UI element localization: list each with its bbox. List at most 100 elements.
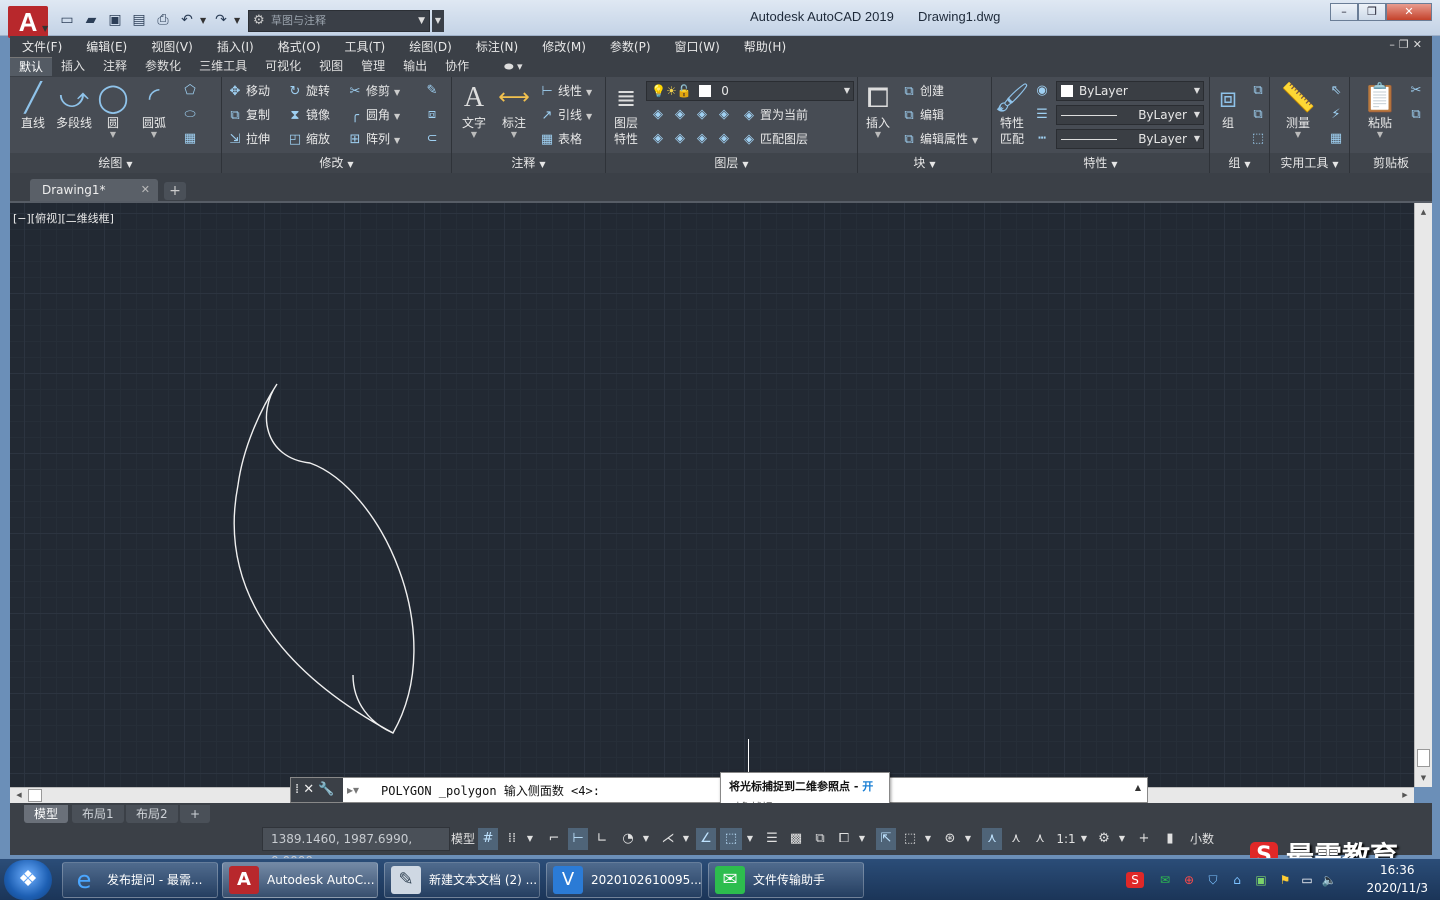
qat-customize-icon[interactable]: ▼	[432, 10, 444, 32]
panel-title-block[interactable]: 块 ▼	[858, 153, 991, 173]
layer-on-icon[interactable]: ◈	[648, 129, 668, 149]
close-icon[interactable]: ✕	[141, 179, 150, 201]
tab-manage[interactable]: 管理	[352, 57, 394, 76]
layer-unlock-icon[interactable]: ◈	[714, 129, 734, 149]
paste-button[interactable]: 📋 粘贴 ▼	[1360, 81, 1400, 139]
scroll-right-icon[interactable]: ▶	[1398, 788, 1412, 803]
group-button[interactable]: ⧈ 组	[1212, 81, 1244, 131]
workspace-dropdown-icon[interactable]: ▼	[1116, 828, 1128, 850]
layer-thaw-icon[interactable]: ◈	[692, 129, 712, 149]
taskbar-item-video[interactable]: V 2020102610095...	[546, 862, 702, 898]
leader-button[interactable]: ↗ 引线 ▼	[538, 105, 593, 125]
document-window-controls[interactable]: –❐✕	[1389, 38, 1426, 51]
network-tray-icon[interactable]: ⌂	[1228, 872, 1246, 888]
object-snap-icon[interactable]: ⬚	[720, 828, 742, 850]
annotation-monitor-icon[interactable]: +	[1134, 828, 1154, 850]
layer-isolate-icon[interactable]: ◈	[670, 105, 690, 125]
3d-osnap-icon[interactable]: ⧠	[834, 828, 854, 850]
new-file-icon[interactable]: ▭	[56, 10, 78, 30]
tab-layout2[interactable]: 布局2	[126, 805, 178, 823]
panel-title-clipboard[interactable]: 剪贴板	[1350, 153, 1432, 173]
calculator-icon[interactable]: ▦	[1326, 129, 1346, 149]
sogou-tray-icon[interactable]: S	[1126, 872, 1144, 888]
text-button[interactable]: A 文字 ▼	[456, 81, 492, 139]
save-as-icon[interactable]: ▤	[128, 10, 150, 30]
units-icon[interactable]: ▮	[1160, 828, 1180, 850]
command-line-grip[interactable]: ⁞ ✕ 🔧	[291, 778, 343, 802]
lineweight-toggle-icon[interactable]: ☰	[762, 828, 782, 850]
tab-3d-tools[interactable]: 三维工具	[190, 57, 256, 76]
workspace-combo[interactable]: ⚙ 草图与注释 ▼	[248, 10, 430, 32]
scroll-left-icon[interactable]: ◀	[12, 788, 26, 803]
taskbar-item-wechat[interactable]: ✉ 文件传输助手	[708, 862, 864, 898]
layer-unisolate-icon[interactable]: ◈	[670, 129, 690, 149]
nvidia-tray-icon[interactable]: ▣	[1252, 872, 1270, 888]
autocad-logo[interactable]: A	[8, 6, 48, 38]
lineweight-combo[interactable]: ByLayer ▼	[1056, 105, 1204, 125]
polar-tracking-icon[interactable]: ◔	[618, 828, 638, 850]
tab-view[interactable]: 视图	[310, 57, 352, 76]
annotation-scale-value[interactable]: 1:1	[1054, 828, 1078, 850]
selection-filter-icon[interactable]: ⬚	[900, 828, 920, 850]
explode-icon[interactable]: ⧈	[422, 105, 442, 125]
workspace-gear-icon[interactable]: ⚙	[1094, 828, 1114, 850]
model-space-button[interactable]: 模型	[450, 828, 476, 850]
move-button[interactable]: ✥ 移动	[226, 81, 270, 101]
vertical-scrollbar[interactable]: ▲ ▼	[1414, 203, 1432, 787]
gizmo-icon[interactable]: ⊛	[940, 828, 960, 850]
tab-collaborate[interactable]: 协作	[436, 57, 478, 76]
arc-button[interactable]: ◜ 圆弧 ▼	[136, 81, 172, 139]
snap-icon[interactable]: ⁞⁞	[502, 828, 522, 850]
ungroup-icon[interactable]: ⧉	[1248, 81, 1268, 101]
antivirus-tray-icon[interactable]: ⊕	[1180, 872, 1198, 888]
hatch-icon[interactable]: ▦	[180, 129, 200, 149]
copy-clip-icon[interactable]: ⧉	[1406, 105, 1426, 125]
wechat-tray-icon[interactable]: ✉	[1156, 872, 1174, 888]
measure-button[interactable]: 📏 测量 ▼	[1278, 81, 1318, 139]
polar-dropdown-icon[interactable]: ▼	[640, 828, 652, 850]
dynamic-input-icon[interactable]: ⊢	[568, 828, 588, 850]
menu-window[interactable]: 窗口(W)	[675, 38, 732, 55]
panel-title-annotation[interactable]: 注释 ▼	[452, 153, 605, 173]
set-current-button[interactable]: ◈ 置为当前	[740, 105, 808, 125]
fillet-button[interactable]: ╭ 圆角 ▼	[346, 105, 400, 125]
layer-combo[interactable]: 💡☀🔓 0 ▼	[646, 81, 854, 101]
panel-title-modify[interactable]: 修改 ▼	[222, 153, 451, 173]
create-block-button[interactable]: ⧉ 创建	[900, 81, 944, 101]
monitor-tray-icon[interactable]: ▭	[1298, 872, 1316, 888]
tab-layout1[interactable]: 布局1	[72, 805, 124, 823]
menu-help[interactable]: 帮助(H)	[744, 38, 798, 55]
osnap-dropdown-icon[interactable]: ▼	[744, 828, 756, 850]
quick-select-icon[interactable]: ⚡	[1326, 105, 1346, 125]
menu-dimension[interactable]: 标注(N)	[476, 38, 530, 55]
tab-visualize[interactable]: 可视化	[256, 57, 310, 76]
annotation-visibility-icon[interactable]: ⋏	[982, 828, 1002, 850]
print-icon[interactable]: ⎙	[152, 10, 174, 30]
polyline-button[interactable]: ⤻ 多段线	[52, 81, 96, 131]
table-button[interactable]: ▦ 表格	[538, 129, 582, 149]
taskbar-item-autocad[interactable]: A Autodesk AutoC...	[222, 862, 378, 898]
undo-dropdown-icon[interactable]: ▼	[200, 16, 208, 25]
shield-icon[interactable]: ⛉	[1204, 872, 1222, 888]
ortho-icon[interactable]: ∟	[592, 828, 612, 850]
color-wheel-icon[interactable]: ◉	[1032, 81, 1052, 101]
copy-button[interactable]: ⧉ 复制	[226, 105, 270, 125]
infer-constraints-icon[interactable]: ⌐	[544, 828, 564, 850]
tab-model[interactable]: 模型	[24, 805, 69, 823]
menu-modify[interactable]: 修改(M)	[542, 38, 598, 55]
file-tab-drawing1[interactable]: Drawing1* ✕	[30, 179, 158, 201]
menu-parametric[interactable]: 参数(P)	[610, 38, 663, 55]
recent-commands-icon[interactable]: ▸▾	[347, 778, 371, 802]
linear-dim-button[interactable]: ⊢ 线性 ▼	[538, 81, 592, 101]
snap-dropdown-icon[interactable]: ▼	[524, 828, 536, 850]
close-button[interactable]: ✕	[1386, 3, 1432, 21]
3d-osnap-dropdown-icon[interactable]: ▼	[856, 828, 868, 850]
filter-dropdown-icon[interactable]: ▼	[922, 828, 934, 850]
menu-edit[interactable]: 编辑(E)	[86, 38, 139, 55]
mirror-button[interactable]: ⧗ 镜像	[286, 105, 330, 125]
line-button[interactable]: ╱ 直线	[16, 81, 50, 131]
scale-button[interactable]: ◰ 缩放	[286, 129, 330, 149]
erase-icon[interactable]: ✎	[422, 81, 442, 101]
taskbar-item-notepad[interactable]: ✎ 新建文本文档 (2) ...	[384, 862, 540, 898]
scale-dropdown-icon[interactable]: ▼	[1078, 828, 1090, 850]
